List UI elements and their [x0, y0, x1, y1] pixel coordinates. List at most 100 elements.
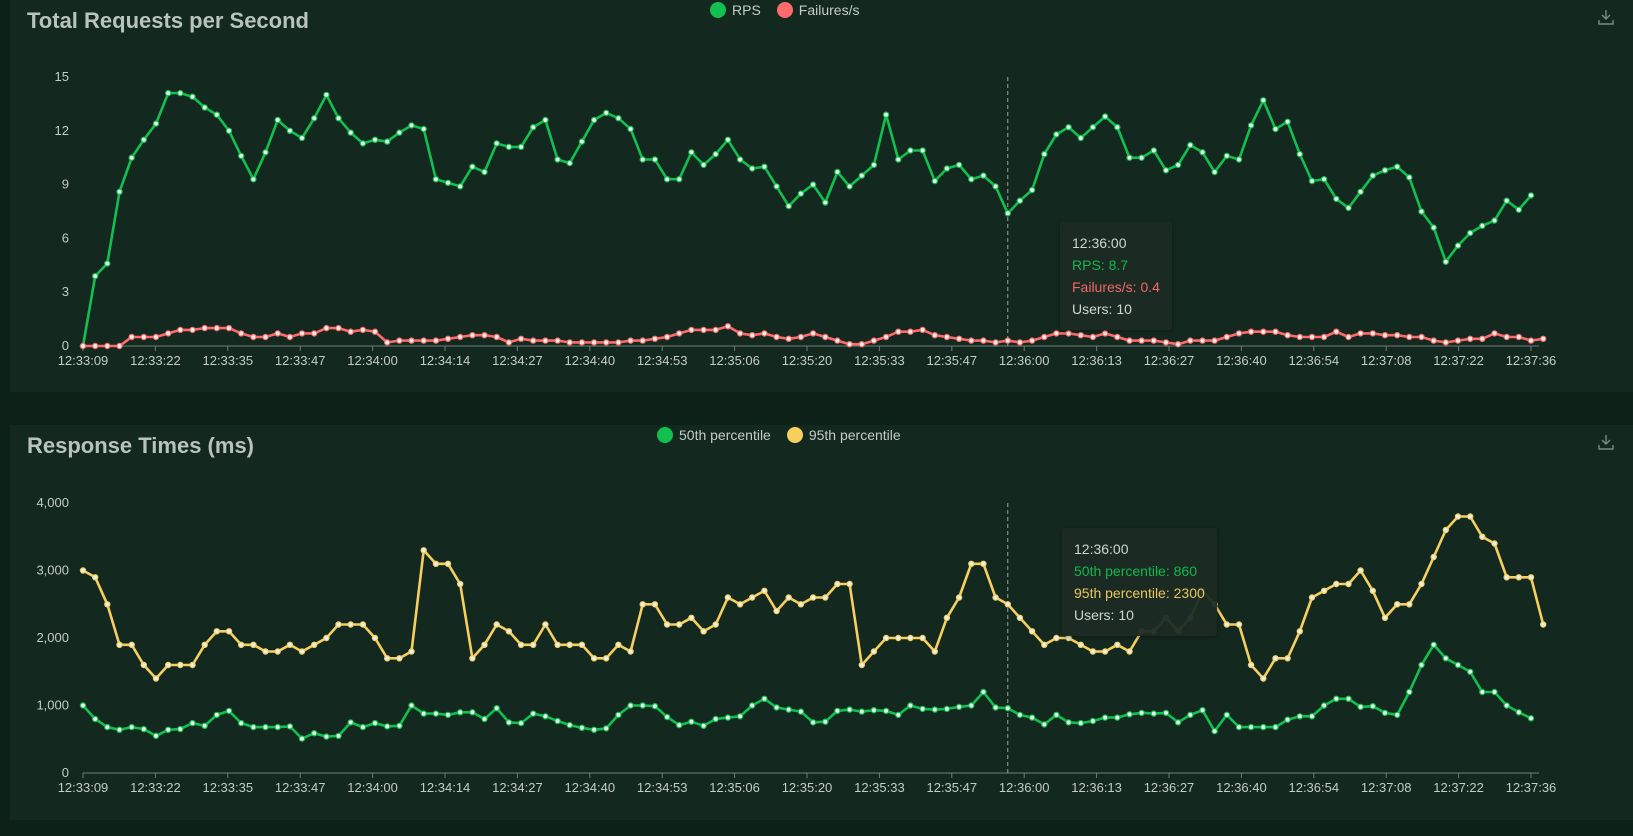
y-tick-label: 15 [55, 69, 69, 84]
data-point [554, 337, 561, 344]
data-point [1393, 711, 1401, 719]
data-point [1004, 210, 1012, 217]
data-point [931, 648, 939, 655]
data-point [578, 724, 586, 731]
x-tick-label: 12:35:20 [782, 780, 833, 795]
tooltip-time: 12:36:00 [1072, 235, 1127, 251]
data-point [481, 168, 488, 176]
data-point [992, 339, 999, 346]
data-point [700, 161, 707, 169]
y-tick-label: 0 [62, 765, 69, 780]
data-point [201, 104, 208, 111]
data-point [250, 723, 257, 731]
data-point [1211, 337, 1218, 344]
data-point [1028, 186, 1036, 194]
data-point [870, 161, 878, 169]
data-point [1174, 161, 1182, 169]
data-point [1077, 641, 1085, 648]
data-point [420, 547, 427, 554]
data-point [651, 601, 659, 608]
data-point [335, 114, 342, 122]
data-point [1515, 333, 1523, 341]
data-point [1016, 197, 1024, 204]
data-point [1004, 337, 1012, 344]
data-point [104, 723, 111, 731]
data-point [79, 567, 87, 574]
data-point [530, 641, 537, 648]
data-point [1199, 337, 1206, 344]
data-point [1199, 149, 1206, 156]
data-point [663, 333, 671, 341]
data-point [1515, 574, 1523, 581]
data-point [469, 709, 476, 716]
data-point [895, 711, 902, 719]
data-point [225, 127, 233, 134]
x-tick-label: 12:34:27 [492, 780, 543, 795]
data-point [688, 718, 695, 725]
data-point [955, 335, 963, 342]
data-point [1150, 337, 1158, 344]
data-point [1065, 330, 1072, 337]
data-point [1381, 332, 1389, 339]
x-tick-label: 12:37:08 [1361, 353, 1412, 368]
data-point [1466, 229, 1474, 237]
data-point [663, 621, 671, 628]
data-point [140, 333, 147, 341]
data-point [907, 702, 914, 709]
data-point [140, 136, 147, 143]
data-point [493, 621, 500, 628]
x-tick-label: 12:37:36 [1506, 780, 1557, 795]
data-point [323, 634, 330, 642]
data-point [250, 333, 257, 341]
data-point [530, 123, 537, 131]
x-tick-label: 12:33:47 [275, 780, 326, 795]
data-point [213, 628, 220, 635]
data-point [1053, 330, 1060, 337]
data-point [164, 89, 172, 97]
data-point [177, 661, 184, 669]
data-point [895, 634, 902, 642]
data-point [590, 339, 598, 346]
data-point [858, 708, 866, 715]
data-point [237, 330, 245, 337]
data-point [749, 165, 756, 172]
data-point [1247, 723, 1255, 731]
y-tick-label: 3 [62, 284, 69, 299]
data-point [1041, 333, 1048, 341]
data-point [1442, 258, 1450, 265]
data-point [931, 177, 939, 185]
data-point [1065, 634, 1072, 642]
data-point [481, 715, 488, 723]
data-point [432, 337, 440, 344]
data-point [323, 324, 330, 332]
x-tick-label: 12:33:47 [275, 353, 326, 368]
y-tick-label: 4,000 [36, 495, 69, 510]
data-point [1381, 167, 1389, 174]
data-point [1126, 337, 1133, 344]
data-point [1223, 711, 1231, 719]
data-point [1114, 641, 1121, 648]
data-point [1503, 702, 1510, 709]
data-point [603, 109, 610, 117]
data-point [870, 707, 878, 714]
data-point [481, 332, 488, 339]
data-point [1466, 513, 1474, 520]
data-point [785, 202, 792, 210]
data-point [493, 705, 500, 712]
data-point [1053, 634, 1060, 642]
data-point [761, 163, 768, 170]
data-point [724, 714, 732, 721]
x-tick-label: 12:36:27 [1144, 780, 1195, 795]
data-point [432, 175, 440, 183]
data-point [968, 560, 975, 567]
x-tick-label: 12:36:54 [1288, 780, 1339, 795]
data-point [542, 713, 549, 720]
data-point [1247, 122, 1255, 129]
x-tick-label: 12:36:54 [1288, 353, 1339, 368]
data-point [1150, 147, 1158, 154]
data-point [262, 149, 269, 156]
data-point [858, 661, 866, 669]
x-tick-label: 12:34:40 [564, 353, 615, 368]
data-point [152, 675, 160, 682]
data-point [152, 732, 160, 740]
